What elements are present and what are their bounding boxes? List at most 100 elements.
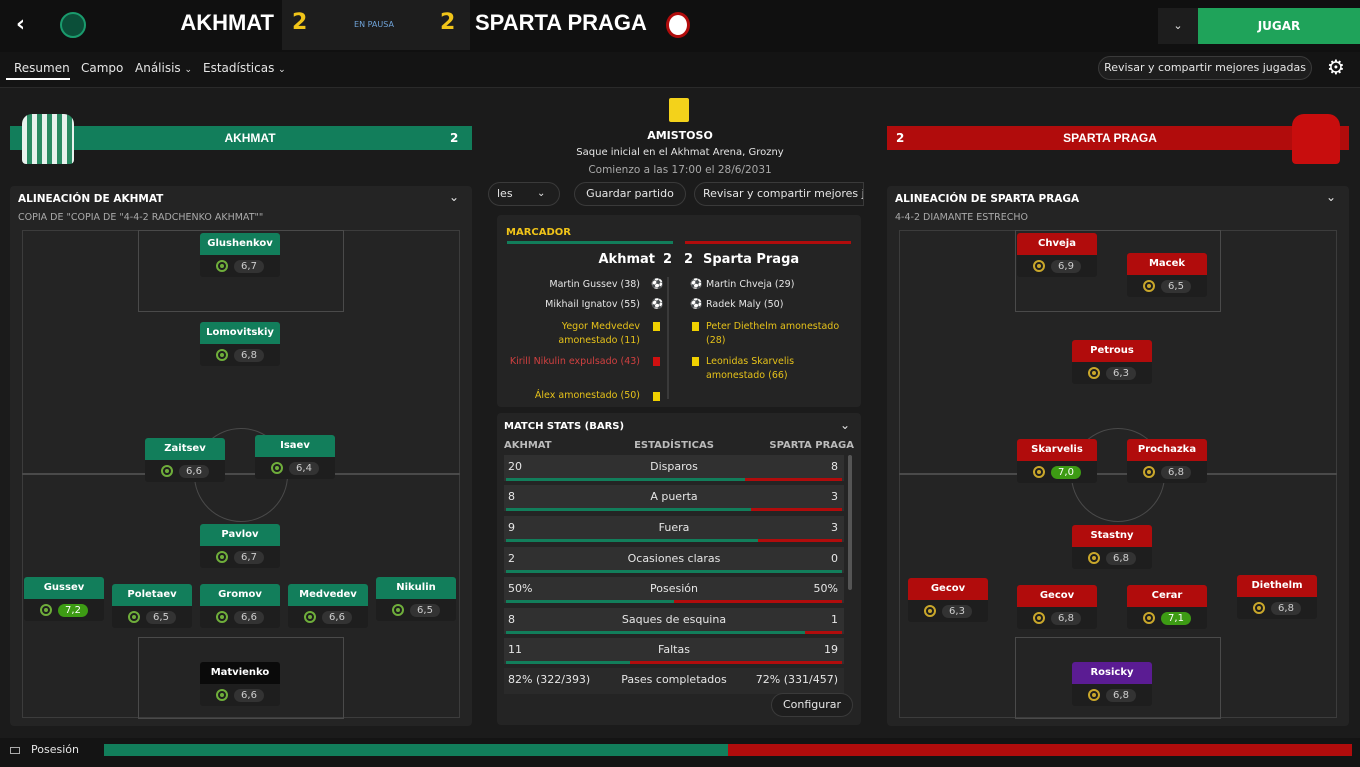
player-rating: 6,8 (1106, 551, 1136, 565)
possession-icon (10, 747, 20, 754)
match-status: EN PAUSA (354, 20, 394, 29)
review-share-button[interactable]: Revisar y compartir mejores ju (694, 182, 864, 206)
player-card[interactable]: Pavlov 6,7 (200, 524, 280, 568)
tab-active-underline (6, 78, 70, 80)
tab-estadisticas[interactable]: Estadísticas ⌄ (203, 61, 286, 75)
player-card[interactable]: Skarvelis 7,0 (1017, 439, 1097, 483)
player-name: Gussev (24, 577, 104, 599)
player-rating: 6,8 (1271, 601, 1301, 615)
stats-col-home: AKHMAT (504, 440, 552, 451)
performance-icon (216, 689, 229, 701)
stat-away-bar (805, 631, 842, 634)
home-team-bar-score: 2 (450, 131, 459, 145)
player-card[interactable]: Gromov 6,6 (200, 584, 280, 628)
review-highlights-button[interactable]: Revisar y compartir mejores jugadas (1098, 56, 1312, 80)
player-card[interactable]: Gecov 6,8 (1017, 585, 1097, 629)
player-card[interactable]: Zaitsev 6,6 (145, 438, 225, 482)
scrollbar[interactable] (848, 455, 852, 590)
stat-away-value: 1 (831, 613, 838, 626)
player-rating: 6,8 (1051, 611, 1081, 625)
away-tactic-name: 4-4-2 DIAMANTE ESTRECHO (895, 212, 1028, 223)
scoreboard-panel: MARCADOR Akhmat 2 2 Sparta Praga Martin … (497, 215, 861, 407)
player-card[interactable]: Stastny 6,8 (1072, 525, 1152, 569)
scoreboard-away: Sparta Praga (703, 252, 800, 267)
player-name: Glushenkov (200, 233, 280, 255)
home-pitch (22, 230, 460, 719)
player-rating: 6,5 (1161, 279, 1191, 293)
player-rating: 6,6 (234, 610, 264, 624)
back-icon[interactable]: ‹ (16, 14, 38, 36)
player-card[interactable]: Glushenkov 6,7 (200, 233, 280, 277)
performance-icon (271, 462, 284, 474)
home-lineup-title: ALINEACIÓN DE AKHMAT (18, 193, 164, 205)
away-kit-icon (1292, 114, 1340, 164)
player-card[interactable]: Isaev 6,4 (255, 435, 335, 479)
tab-analisis[interactable]: Análisis ⌄ (135, 61, 192, 75)
play-button[interactable]: JUGAR (1198, 8, 1360, 44)
tab-campo[interactable]: Campo (81, 61, 123, 75)
match-stats-title: MATCH STATS (BARS) (504, 421, 625, 432)
player-card[interactable]: Gussev 7,2 (24, 577, 104, 621)
player-card[interactable]: Matvienko 6,6 (200, 662, 280, 706)
away-team-name: SPARTA PRAGA (475, 10, 647, 35)
event-goal: Martin Gussev (38) (549, 279, 640, 290)
performance-icon (1088, 552, 1101, 564)
performance-icon (216, 551, 229, 563)
player-rating: 6,8 (234, 348, 264, 362)
stat-label: Saques de esquina (621, 613, 727, 626)
player-card[interactable]: Poletaev 6,5 (112, 584, 192, 628)
gear-icon[interactable]: ⚙ (1325, 56, 1347, 78)
player-rating: 7,1 (1161, 611, 1191, 625)
stat-home-bar (506, 600, 674, 603)
stat-away-value: 19 (824, 643, 838, 656)
player-card[interactable]: Prochazka 6,8 (1127, 439, 1207, 483)
player-rating: 6,8 (1161, 465, 1191, 479)
player-name: Medvedev (288, 584, 368, 606)
stat-row: 11 Faltas 19 (504, 638, 844, 664)
player-card[interactable]: Macek 6,5 (1127, 253, 1207, 297)
kickoff-time: Comienzo a las 17:00 el 28/6/2031 (588, 164, 772, 176)
home-tactic-name: COPIA DE "COPIA DE "4-4-2 RADCHENKO AKHM… (18, 212, 264, 223)
player-rating: 6,4 (289, 461, 319, 475)
save-match-button[interactable]: Guardar partido (574, 182, 686, 206)
event-booking: Álex amonestado (50) (534, 390, 640, 401)
chevron-down-icon[interactable]: ⌄ (840, 418, 850, 432)
configure-button[interactable]: Configurar (771, 693, 853, 717)
chevron-down-icon[interactable]: ⌄ (1326, 190, 1336, 204)
player-card[interactable]: Petrous 6,3 (1072, 340, 1152, 384)
player-name: Lomovitskiy (200, 322, 280, 344)
performance-icon (161, 465, 174, 477)
player-card[interactable]: Nikulin 6,5 (376, 577, 456, 621)
dropdown-chevron-icon[interactable]: ⌄ (1158, 8, 1198, 44)
player-card[interactable]: Diethelm 6,8 (1237, 575, 1317, 619)
event-goal: Martin Chveja (29) (706, 279, 795, 290)
ball-icon: ⚽ (690, 299, 703, 310)
stat-away-bar (758, 539, 842, 542)
player-card[interactable]: Gecov 6,3 (908, 578, 988, 622)
chevron-down-icon: ⌄ (184, 65, 193, 75)
competition-logo (669, 98, 689, 122)
stat-label: Faltas (658, 643, 690, 656)
stat-away-value: 8 (831, 460, 838, 473)
home-club-badge (60, 12, 86, 38)
player-card[interactable]: Cerar 7,1 (1127, 585, 1207, 629)
view-select[interactable]: les ⌄ (488, 182, 560, 206)
stat-label: Disparos (650, 460, 698, 473)
player-card[interactable]: Medvedev 6,6 (288, 584, 368, 628)
performance-icon (40, 604, 53, 616)
player-name: Petrous (1072, 340, 1152, 362)
chevron-down-icon[interactable]: ⌄ (449, 190, 459, 204)
player-card[interactable]: Lomovitskiy 6,8 (200, 322, 280, 366)
event-booking: Peter Diethelm amonestado (28) (706, 321, 840, 346)
player-card[interactable]: Rosicky 6,8 (1072, 662, 1152, 706)
stat-label: Posesión (650, 582, 698, 595)
performance-icon (924, 605, 937, 617)
player-name: Matvienko (200, 662, 280, 684)
stat-home-bar (506, 478, 745, 481)
competition-name: AMISTOSO (647, 129, 713, 142)
tab-resumen[interactable]: Resumen (14, 61, 70, 75)
stats-col-away: SPARTA PRAGA (769, 440, 854, 451)
red-card-icon (653, 357, 660, 366)
player-card[interactable]: Chveja 6,9 (1017, 233, 1097, 277)
stat-row: 20 Disparos 8 (504, 455, 844, 481)
